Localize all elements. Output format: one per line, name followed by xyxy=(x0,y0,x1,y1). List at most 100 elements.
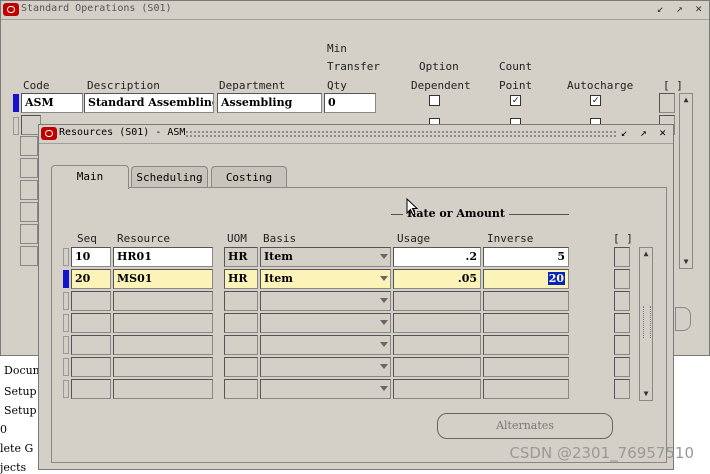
tab-scheduling[interactable]: Scheduling xyxy=(131,166,208,188)
usage-field[interactable]: .2 xyxy=(393,247,481,267)
usage-field-empty[interactable] xyxy=(393,291,481,311)
seq-field[interactable]: 20 xyxy=(71,269,111,289)
resource-field[interactable]: HR01 xyxy=(113,247,213,267)
option-dependent-checkbox[interactable] xyxy=(429,95,440,106)
chevron-down-icon[interactable] xyxy=(380,276,388,281)
usage-field-empty[interactable] xyxy=(393,379,481,399)
seq-field-empty[interactable] xyxy=(71,335,111,355)
inverse-field-empty[interactable] xyxy=(483,335,569,355)
chevron-down-icon[interactable] xyxy=(380,342,388,347)
resource-field-empty[interactable] xyxy=(113,291,213,311)
back-window-scrollbar[interactable]: ▲ ▼ xyxy=(679,93,693,269)
back-row-stub[interactable] xyxy=(20,202,38,222)
count-point-checkbox[interactable]: ✓ xyxy=(510,95,521,106)
uom-field-empty[interactable] xyxy=(224,313,258,333)
back-row-stub[interactable] xyxy=(20,224,38,244)
scroll-thumb-grip[interactable] xyxy=(643,306,651,338)
uom-field-empty[interactable] xyxy=(224,291,258,311)
chevron-down-icon[interactable] xyxy=(380,254,388,259)
bg-text-jects: jects xyxy=(0,461,27,474)
front-window-titlebar[interactable]: Resources (S01) - ASM ↙ ↗ ✕ xyxy=(39,125,673,144)
basis-select-empty[interactable] xyxy=(260,313,391,333)
chevron-down-icon[interactable] xyxy=(380,298,388,303)
back-window-titlebar[interactable]: Standard Operations (S01) ↙ ↗ ✕ xyxy=(1,1,709,20)
row-indicator[interactable] xyxy=(63,380,69,398)
usage-field-empty[interactable] xyxy=(393,357,481,377)
basis-select-empty[interactable] xyxy=(260,379,391,399)
seq-field-empty[interactable] xyxy=(71,357,111,377)
resource-field[interactable]: MS01 xyxy=(113,269,213,289)
seq-field[interactable]: 10 xyxy=(71,247,111,267)
uom-field-empty[interactable] xyxy=(224,357,258,377)
usage-field-empty[interactable] xyxy=(393,313,481,333)
tab-costing[interactable]: Costing xyxy=(211,166,287,188)
resource-field-empty[interactable] xyxy=(113,313,213,333)
code-field[interactable]: ASM xyxy=(21,93,83,113)
back-row-stub[interactable] xyxy=(20,158,38,178)
back-row-stub[interactable] xyxy=(20,246,38,266)
alternates-button[interactable]: Alternates xyxy=(437,413,613,439)
department-field[interactable]: Assembling xyxy=(217,93,322,113)
row-dff-field-empty[interactable] xyxy=(614,291,630,311)
usage-field-empty[interactable] xyxy=(393,335,481,355)
row-indicator[interactable] xyxy=(63,292,69,310)
basis-select-empty[interactable] xyxy=(260,291,391,311)
resource-field-empty[interactable] xyxy=(113,335,213,355)
basis-select[interactable]: Item xyxy=(260,247,391,267)
front-window-buttons[interactable]: ↙ ↗ ✕ xyxy=(621,126,669,139)
uom-field[interactable]: HR xyxy=(224,247,258,267)
back-window-buttons[interactable]: ↙ ↗ ✕ xyxy=(657,2,705,15)
header-brackets[interactable]: [ ] xyxy=(613,230,633,248)
scroll-down-icon[interactable]: ▼ xyxy=(680,256,692,268)
basis-select-empty[interactable] xyxy=(260,357,391,377)
row-indicator-current[interactable] xyxy=(63,270,69,288)
basis-select[interactable]: Item xyxy=(260,269,391,289)
row-dff-field[interactable] xyxy=(659,93,675,113)
description-field[interactable]: Standard Assembling xyxy=(84,93,214,113)
row-dff-field-empty[interactable] xyxy=(614,357,630,377)
chevron-down-icon[interactable] xyxy=(380,386,388,391)
row-dff-field-empty[interactable] xyxy=(614,335,630,355)
back-window-button-edge[interactable] xyxy=(675,307,691,331)
seq-field-empty[interactable] xyxy=(71,379,111,399)
uom-field-empty[interactable] xyxy=(224,379,258,399)
resources-scrollbar[interactable]: ▲ ▼ xyxy=(639,247,653,401)
header-seq: Seq xyxy=(77,232,97,245)
row-dff-field[interactable] xyxy=(614,247,630,267)
seq-field-empty[interactable] xyxy=(71,291,111,311)
scroll-down-icon[interactable]: ▼ xyxy=(640,388,652,400)
resource-field-empty[interactable] xyxy=(113,357,213,377)
seq-field-empty[interactable] xyxy=(71,313,111,333)
row-dff-field[interactable] xyxy=(614,269,630,289)
row-indicator[interactable] xyxy=(63,314,69,332)
row-indicator[interactable] xyxy=(63,336,69,354)
inverse-field-empty[interactable] xyxy=(483,357,569,377)
resource-field-empty[interactable] xyxy=(113,379,213,399)
basis-select-empty[interactable] xyxy=(260,335,391,355)
row-indicator[interactable] xyxy=(63,358,69,376)
rate-or-amount-label: Rate or Amount xyxy=(403,207,509,220)
row-dff-field-empty[interactable] xyxy=(614,313,630,333)
usage-field[interactable]: .05 xyxy=(393,269,481,289)
uom-field[interactable]: HR xyxy=(224,269,258,289)
scroll-up-icon[interactable]: ▲ xyxy=(640,248,652,260)
header-autocharge: Autocharge xyxy=(567,79,634,92)
scroll-up-icon[interactable]: ▲ xyxy=(680,94,692,106)
inverse-field[interactable]: 20 xyxy=(483,269,569,289)
row-indicator-current[interactable] xyxy=(13,94,19,112)
min-transfer-qty-field[interactable]: 0 xyxy=(324,93,376,113)
row-indicator[interactable] xyxy=(63,248,69,266)
inverse-field[interactable]: 5 xyxy=(483,247,569,267)
chevron-down-icon[interactable] xyxy=(380,320,388,325)
row-indicator[interactable] xyxy=(13,117,19,135)
back-row-stub[interactable] xyxy=(20,136,38,156)
uom-field-empty[interactable] xyxy=(224,335,258,355)
inverse-field-empty[interactable] xyxy=(483,291,569,311)
chevron-down-icon[interactable] xyxy=(380,364,388,369)
row-dff-field-empty[interactable] xyxy=(614,379,630,399)
back-row-stub[interactable] xyxy=(20,180,38,200)
inverse-field-empty[interactable] xyxy=(483,379,569,399)
tab-main[interactable]: Main xyxy=(51,165,129,189)
inverse-field-empty[interactable] xyxy=(483,313,569,333)
autocharge-checkbox[interactable]: ✓ xyxy=(590,95,601,106)
